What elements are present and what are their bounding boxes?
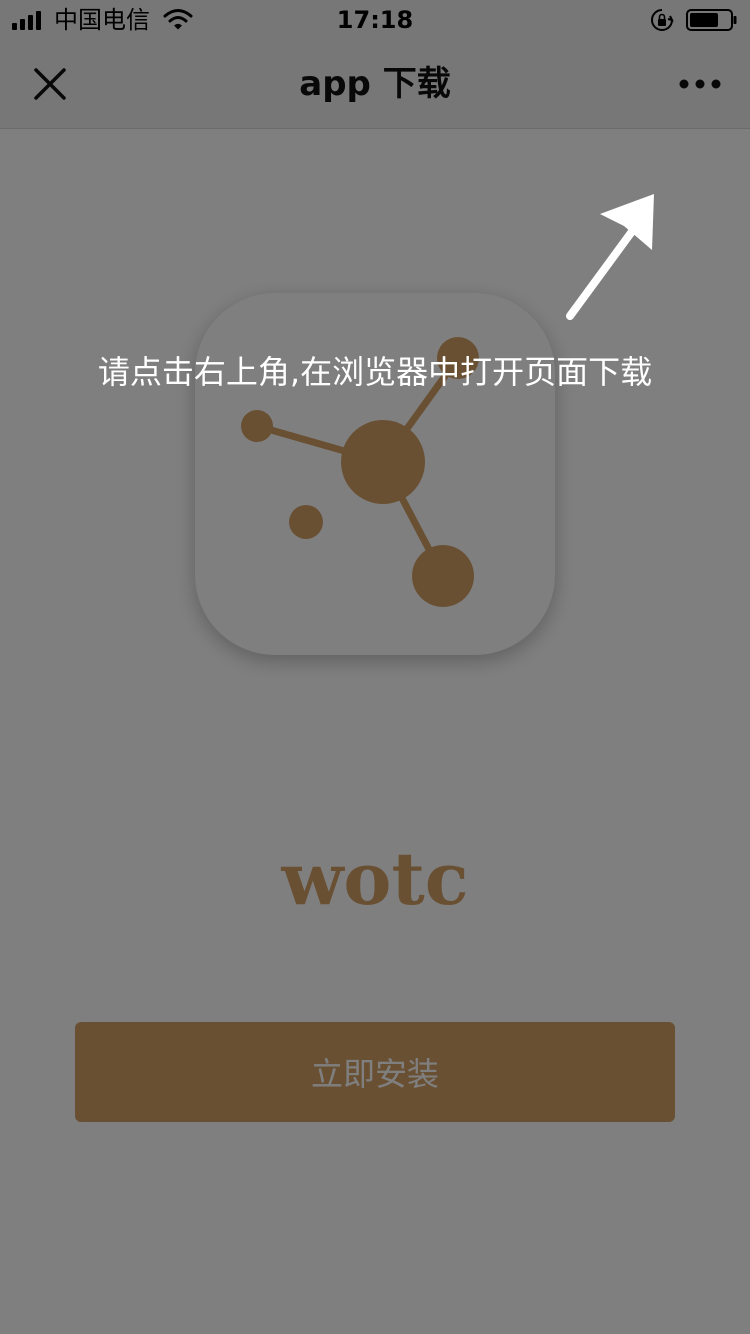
open-in-browser-hint: 请点击右上角,在浏览器中打开页面下载 [97, 353, 653, 391]
open-in-browser-overlay[interactable]: 请点击右上角,在浏览器中打开页面下载 [0, 0, 750, 1334]
screen: 中国电信 17:18 app 下载 [0, 0, 750, 1334]
arrow-up-right-icon [566, 194, 654, 320]
